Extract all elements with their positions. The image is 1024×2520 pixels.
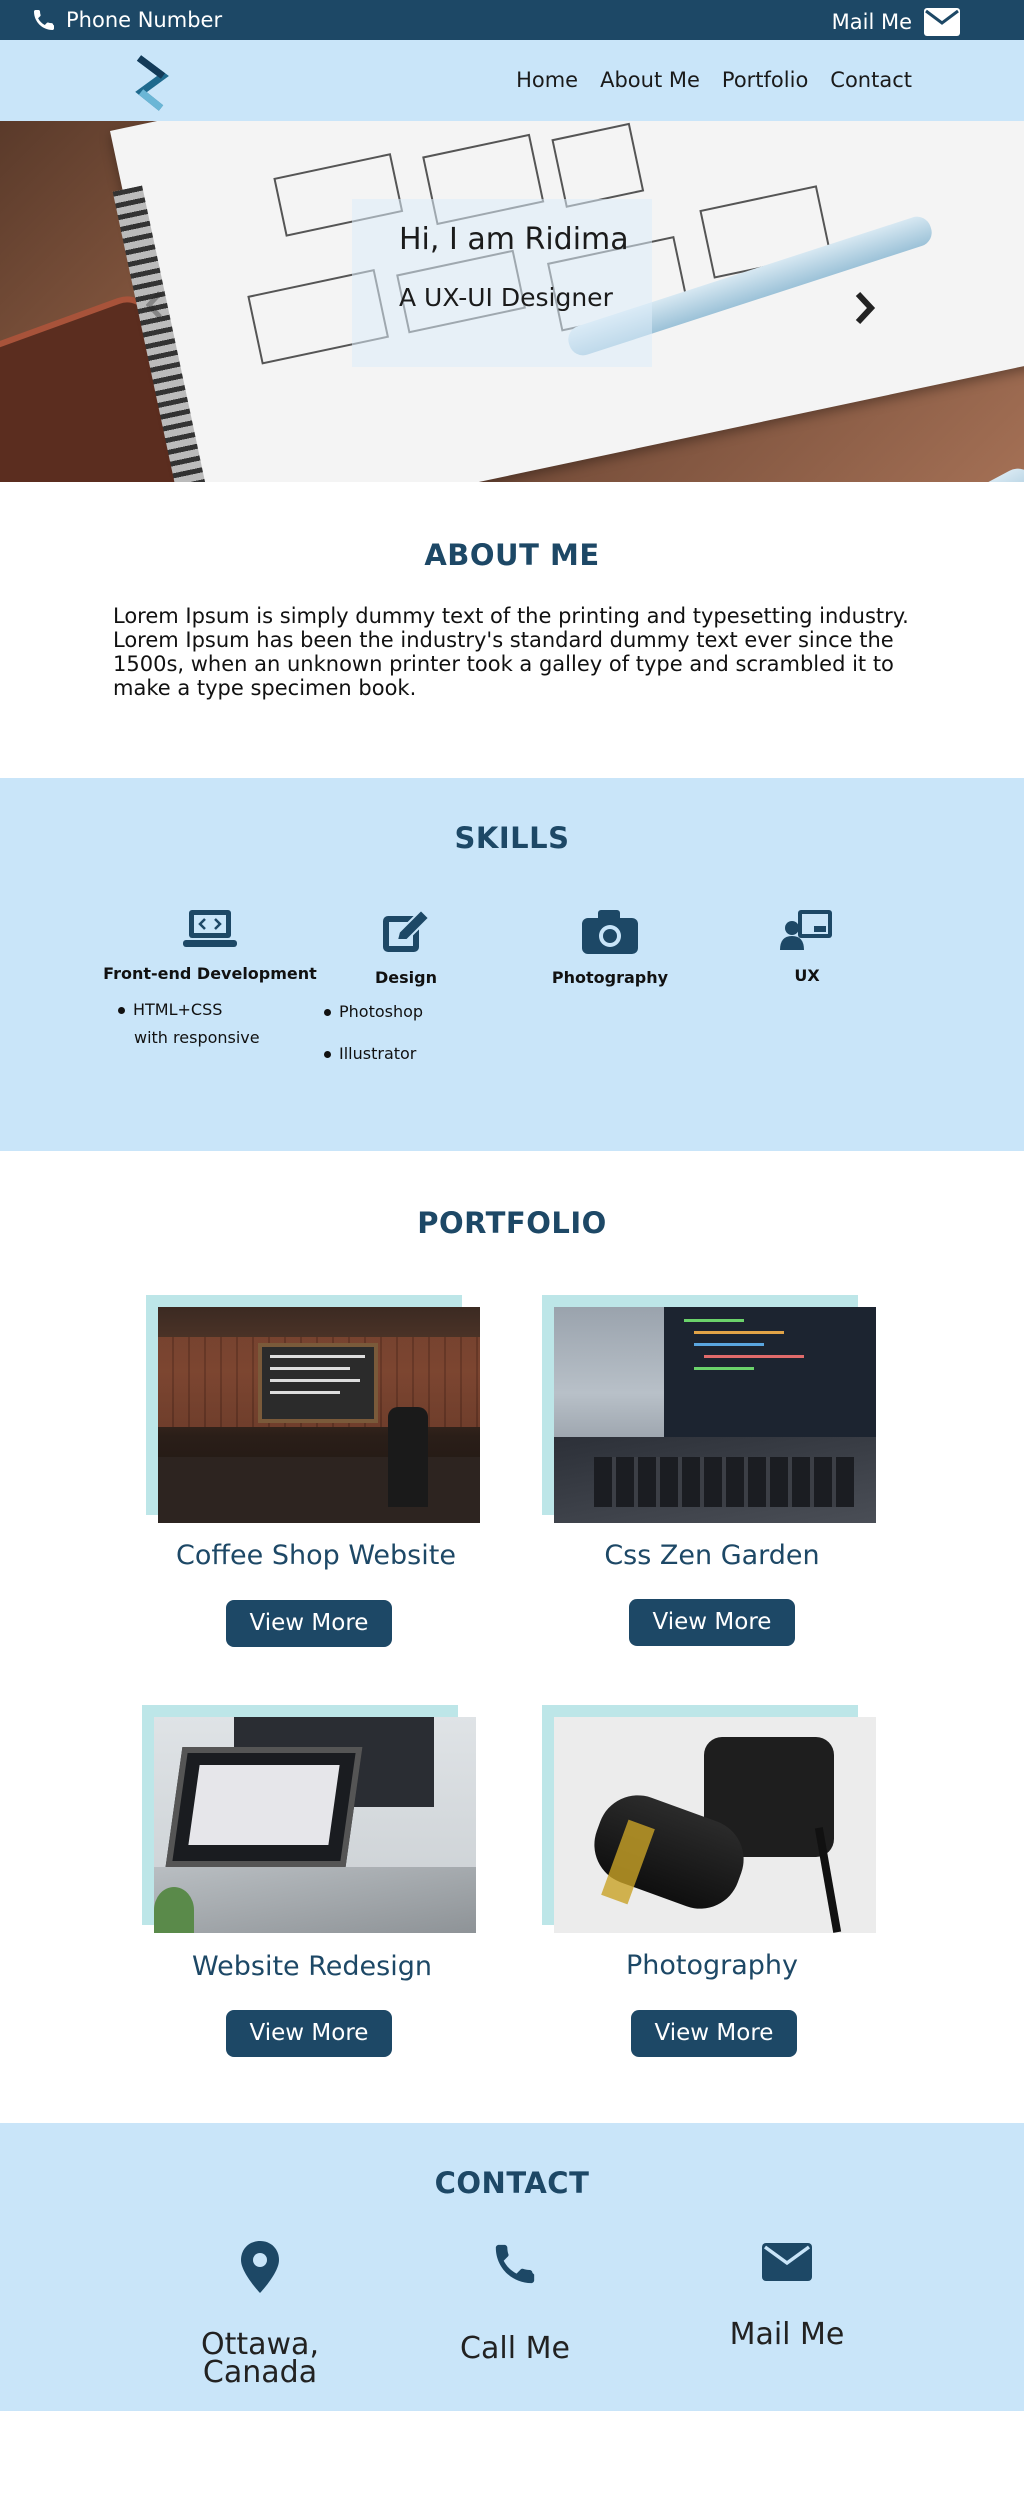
nav-item-home[interactable]: Home [516,68,578,92]
portfolio-item-title: Website Redesign [192,1951,432,1982]
portfolio-item-title: Css Zen Garden [604,1540,820,1571]
mail-link[interactable]: Mail Me [832,8,960,36]
about-text: Lorem Ipsum is simply dummy text of the … [113,604,909,700]
contact-location: Ottawa, Canada [180,2241,340,2390]
design-list: Photoshop Illustrator [324,998,423,1067]
photography-image[interactable] [554,1717,876,1933]
nav-menu: Home About Me Portfolio Contact [516,68,912,92]
phone-icon [495,2244,535,2284]
portfolio-item-title: Photography [625,1950,799,1981]
skill-design: Design [346,908,466,987]
contact-mail[interactable]: Mail Me [707,2243,867,2352]
website-redesign-image[interactable] [154,1717,476,1933]
phone-label: Phone Number [66,8,223,32]
contact-section: CONTACT Ottawa, Canada Call Me Mail Me [0,2123,1024,2411]
skill-design-label: Design [375,968,437,987]
about-title: ABOUT ME [424,538,600,572]
list-item: Illustrator [324,1040,423,1067]
portfolio-item-title: Coffee Shop Website [176,1540,456,1571]
contact-location-label: Ottawa, Canada [201,2327,319,2390]
carousel-next-icon[interactable] [854,291,876,325]
logo-icon [135,55,169,111]
view-more-button[interactable]: View More [631,2010,797,2057]
frontend-list: HTML+CSS [118,996,222,1023]
contact-phone[interactable]: Call Me [435,2241,595,2366]
laptop-code-icon [183,910,237,947]
coffee-shop-image[interactable] [158,1307,480,1523]
portfolio-title: PORTFOLIO [417,1206,607,1240]
view-more-button[interactable]: View More [226,1600,392,1647]
hero-title: Hi, I am Ridima [399,222,629,257]
skill-ux-label: UX [794,966,820,985]
skill-ux: UX [757,908,857,985]
envelope-icon [762,2243,812,2281]
mail-label: Mail Me [831,10,912,34]
list-item: HTML+CSS [118,996,222,1023]
hero-carousel: Hi, I am Ridima A UX-UI Designer [0,121,1024,482]
list-item: Photoshop [324,998,423,1025]
skills-section: SKILLS Front-end Development HTML+CSS wi… [0,778,1024,1151]
navbar: Home About Me Portfolio Contact [0,40,1024,121]
phone-icon [34,10,54,30]
skill-frontend-label: Front-end Development [103,964,317,983]
hero-subtitle: A UX-UI Designer [399,283,613,312]
view-more-button[interactable]: View More [629,1599,795,1646]
camera-icon [582,910,638,954]
skills-title: SKILLS [454,821,570,855]
envelope-icon [924,8,960,36]
edit-icon [383,908,431,952]
top-bar: Phone Number Mail Me [0,0,1024,40]
view-more-button[interactable]: View More [226,2010,392,2057]
skill-photography-label: Photography [551,968,669,987]
nav-item-about[interactable]: About Me [600,68,700,92]
map-marker-icon [241,2241,279,2293]
skill-frontend: Front-end Development [100,908,320,983]
phone-link[interactable]: Phone Number [32,8,222,32]
carousel-prev-icon[interactable] [146,291,162,319]
contact-title: CONTACT [434,2166,590,2200]
hero-pen2-image [795,462,1024,482]
contact-phone-label: Call Me [460,2331,570,2366]
css-zen-garden-image[interactable] [554,1307,876,1523]
user-board-icon [780,910,832,950]
skill-photography: Photography [550,908,670,987]
nav-item-portfolio[interactable]: Portfolio [722,68,808,92]
nav-item-contact[interactable]: Contact [830,68,912,92]
contact-mail-label: Mail Me [729,2317,845,2352]
list-item-continued: with responsive [134,1028,260,1047]
logo[interactable] [135,52,169,116]
